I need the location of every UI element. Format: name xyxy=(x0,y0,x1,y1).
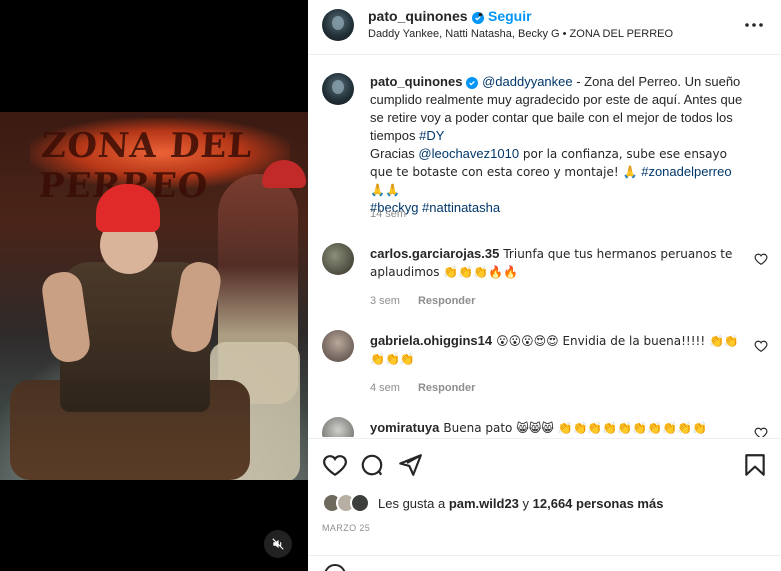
dancer-red-cap xyxy=(96,184,160,232)
comment-username[interactable]: yomiratuya xyxy=(370,420,439,435)
add-comment-bar[interactable] xyxy=(308,555,781,571)
caption-text: Gracias xyxy=(370,146,419,161)
dot-separator: • xyxy=(478,6,483,22)
likes-count[interactable]: 12,664 personas más xyxy=(533,496,664,511)
avatar[interactable] xyxy=(322,243,354,275)
audio-attribution[interactable]: Daddy Yankee, Natti Natasha, Becky G • Z… xyxy=(368,28,673,40)
comment-icon[interactable] xyxy=(359,452,385,478)
avatar[interactable] xyxy=(322,9,354,41)
comment-timestamp[interactable]: 3 sem xyxy=(370,295,400,307)
verified-badge-icon xyxy=(466,77,479,89)
heart-icon[interactable] xyxy=(322,452,348,478)
comment-meta: 3 sem Responder xyxy=(370,295,475,307)
liked-by-username[interactable]: pam.wild23 xyxy=(449,496,519,511)
bookmark-icon[interactable] xyxy=(742,452,768,478)
muted-speaker-icon xyxy=(272,538,284,550)
comments-list[interactable]: pato_quinones @daddyyankee - Zona del Pe… xyxy=(308,56,781,437)
hashtag-link[interactable]: #DY xyxy=(419,128,444,143)
post-date[interactable]: MARZO 25 xyxy=(322,523,370,533)
follow-button[interactable]: Seguir xyxy=(488,8,532,24)
mute-button[interactable] xyxy=(264,530,292,558)
caption-text: 🙏🙏 xyxy=(370,183,400,197)
comment-username[interactable]: carlos.garciarojas.35 xyxy=(370,246,499,261)
comment: carlos.garciarojas.35 Triunfa que tus her… xyxy=(370,245,740,281)
caption-username[interactable]: pato_quinones xyxy=(370,74,462,89)
author-username[interactable]: pato_quinones xyxy=(368,8,468,24)
avatar xyxy=(350,493,370,513)
comment: gabriela.ohiggins14 😮😮😮😍😍 Envidia de la b… xyxy=(370,332,740,368)
avatar[interactable] xyxy=(322,417,354,437)
caption-avatar[interactable] xyxy=(322,73,354,105)
more-options-button[interactable] xyxy=(742,14,766,36)
post-caption: pato_quinones @daddyyankee - Zona del Pe… xyxy=(370,73,750,217)
hashtag-link[interactable]: #nattinatasha xyxy=(422,200,500,215)
more-horizontal-icon xyxy=(745,23,763,27)
likes-summary: Les gusta a pam.wild23 y 12,664 personas… xyxy=(378,496,663,511)
heart-icon[interactable] xyxy=(754,339,768,353)
comment-username[interactable]: gabriela.ohiggins14 xyxy=(370,333,492,348)
mention-link[interactable]: @daddyyankee xyxy=(482,74,573,89)
heart-icon[interactable] xyxy=(754,426,768,437)
avatar[interactable] xyxy=(322,330,354,362)
video-pane[interactable]: ZONA DEL PERREO xyxy=(0,0,308,571)
likes-middle: y xyxy=(518,496,533,511)
comment-timestamp[interactable]: 4 sem xyxy=(370,382,400,394)
reply-button[interactable]: Responder xyxy=(418,382,475,394)
emoji-icon[interactable] xyxy=(324,564,346,571)
post-header: pato_quinones • Seguir Daddy Yankee, Nat… xyxy=(308,0,781,55)
comment-meta: 4 sem Responder xyxy=(370,382,475,394)
comment-text: Buena pato 😸😸😸 👏👏👏👏👏👏👏👏👏👏 xyxy=(443,421,707,435)
heart-icon[interactable] xyxy=(754,252,768,266)
send-icon[interactable] xyxy=(397,452,423,478)
comment: yomiratuya Buena pato 😸😸😸 👏👏👏👏👏👏👏👏👏👏 xyxy=(370,419,740,437)
mention-link[interactable]: @leochavez1010 xyxy=(418,146,519,161)
hashtag-link[interactable]: #zonadelperreo xyxy=(641,164,731,179)
caption-timestamp[interactable]: 14 sem xyxy=(370,208,406,220)
post-details-pane: pato_quinones • Seguir Daddy Yankee, Nat… xyxy=(308,0,781,571)
reply-button[interactable]: Responder xyxy=(418,295,475,307)
likes-prefix: Les gusta a xyxy=(378,496,449,511)
video-player[interactable]: ZONA DEL PERREO xyxy=(0,112,308,480)
